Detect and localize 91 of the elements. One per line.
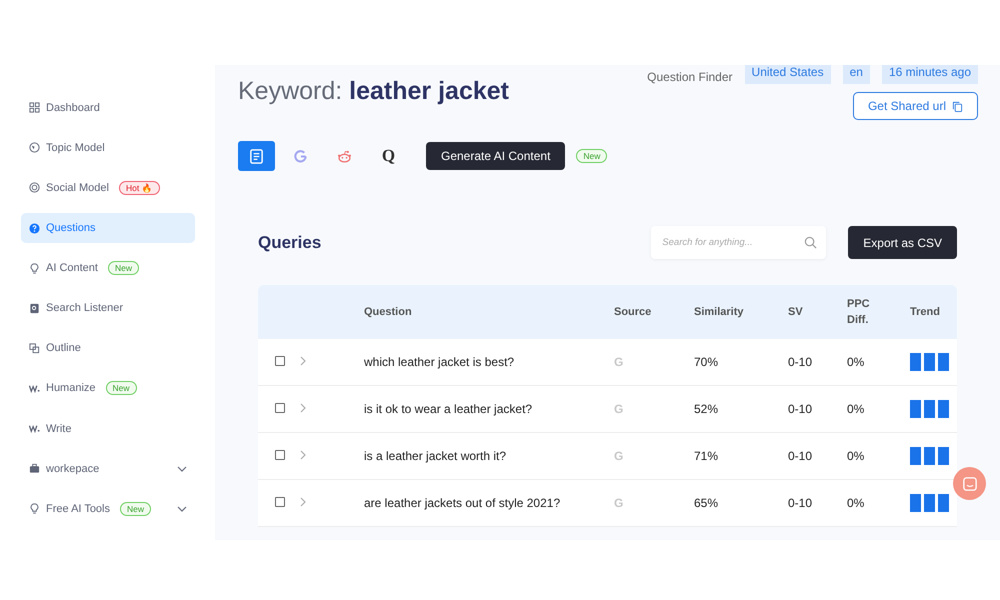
menu-label: Humanize bbox=[46, 382, 96, 394]
table-cell-text: 0-10 bbox=[788, 496, 814, 510]
quora-tab[interactable]: Q bbox=[370, 141, 407, 171]
chat-icon bbox=[962, 476, 976, 490]
sidebar-item[interactable]: Humanize New bbox=[21, 374, 195, 404]
sidebar-item[interactable]: Write bbox=[21, 414, 195, 444]
column-header: Trend bbox=[910, 306, 941, 318]
trend-bars-drawing bbox=[910, 353, 950, 371]
share-url-button[interactable]: Get Shared url bbox=[852, 92, 978, 120]
row-checkbox[interactable] bbox=[275, 450, 285, 460]
chat-button[interactable] bbox=[953, 467, 986, 500]
table-cell-text: 0% bbox=[847, 449, 866, 463]
new-badge: New bbox=[108, 261, 139, 276]
column-header: Question bbox=[364, 306, 413, 318]
row-checkbox[interactable] bbox=[275, 403, 285, 413]
briefcase-icon bbox=[29, 463, 40, 474]
menu-label: Free AI Tools bbox=[46, 502, 110, 515]
menu-label: Outline bbox=[46, 342, 81, 354]
menu-label: Topic Model bbox=[46, 142, 105, 154]
table-cell-text: 65% bbox=[694, 496, 720, 510]
section-title: Queries bbox=[258, 232, 322, 252]
menu-label: Social Model bbox=[46, 182, 109, 194]
menu-label: Search Listener bbox=[46, 302, 124, 314]
w-letter-icon bbox=[29, 382, 40, 394]
trend-bars-drawing bbox=[910, 447, 950, 465]
sidebar-item[interactable]: Outline bbox=[21, 334, 195, 364]
info-tag: 16 minutes ago bbox=[882, 65, 978, 84]
sidebar-item[interactable]: Questions bbox=[21, 213, 195, 243]
table-cell-text: 0% bbox=[847, 355, 866, 369]
column-header: Similarity bbox=[694, 306, 745, 318]
menu-label: AI Content bbox=[46, 262, 98, 274]
keyword-title: Keyword: leather jacket bbox=[238, 77, 509, 107]
chevron-right-icon[interactable] bbox=[300, 450, 306, 460]
info-tag: en bbox=[842, 65, 870, 84]
row-checkbox[interactable] bbox=[275, 497, 285, 507]
search-field[interactable]: Search for anything... bbox=[651, 226, 826, 259]
info-tag: United States bbox=[744, 65, 831, 84]
grid-icon bbox=[29, 102, 40, 114]
trend-bars-drawing bbox=[910, 400, 950, 418]
new-badge: New bbox=[120, 502, 152, 516]
menu-label: Questions bbox=[46, 222, 96, 234]
table-cell-text: is it ok to wear a leather jacket? bbox=[364, 402, 534, 416]
export-csv-button[interactable]: Export as CSV bbox=[848, 226, 957, 259]
generate-ai-content-button[interactable]: Generate AI Content bbox=[426, 142, 566, 170]
menu-label: Dashboard bbox=[46, 102, 100, 114]
lightbulb-icon bbox=[29, 503, 40, 514]
search-icon bbox=[804, 236, 818, 249]
menu-label: workepace bbox=[46, 462, 100, 475]
new-badge: New bbox=[106, 381, 137, 396]
globe-icon bbox=[29, 142, 40, 154]
table-cell-text: is a leather jacket worth it? bbox=[364, 449, 508, 463]
hot-badge: Hot 🔥 bbox=[118, 180, 160, 195]
sidebar-item[interactable]: AI Content New bbox=[21, 253, 195, 283]
question-icon bbox=[29, 222, 40, 234]
sidebar-item[interactable]: Search Listener bbox=[21, 293, 195, 323]
table-cell-text: 0% bbox=[847, 496, 866, 510]
column-header: PPC Diff. bbox=[847, 296, 871, 328]
sidebar-item[interactable]: Dashboard bbox=[21, 93, 195, 122]
sidebar-item[interactable]: Topic Model bbox=[21, 133, 195, 163]
document-tab[interactable] bbox=[238, 141, 275, 171]
chevron-right-icon[interactable] bbox=[300, 356, 306, 366]
document-icon bbox=[29, 302, 40, 314]
chevron-right-icon[interactable] bbox=[300, 497, 306, 507]
w-letter-icon bbox=[29, 423, 40, 434]
table-cell-text: 0-10 bbox=[788, 402, 814, 416]
table-cell-text: 0-10 bbox=[788, 449, 814, 463]
alien-head-icon bbox=[337, 148, 352, 164]
column-header: Source bbox=[614, 306, 652, 318]
table-cell-text: 70% bbox=[694, 355, 720, 369]
column-header: SV bbox=[788, 306, 804, 318]
table-cell-text: 52% bbox=[694, 402, 720, 416]
g-letter-icon bbox=[293, 148, 308, 164]
table-cell-text: are leather jackets out of style 2021? bbox=[364, 496, 562, 510]
lightbulb-icon bbox=[29, 262, 40, 274]
chevron-right-icon[interactable] bbox=[300, 403, 306, 413]
target-icon bbox=[29, 182, 40, 194]
table-cell-text: 71% bbox=[694, 449, 720, 463]
row-checkbox[interactable] bbox=[275, 356, 285, 366]
tool-name: Question Finder bbox=[647, 70, 733, 84]
menu-label: Write bbox=[46, 422, 72, 434]
document-icon bbox=[249, 148, 264, 164]
trend-bars-drawing bbox=[910, 494, 950, 512]
copy-icon bbox=[952, 100, 963, 112]
copy-icon bbox=[29, 342, 40, 354]
sidebar-item[interactable]: Social Model Hot 🔥 bbox=[21, 173, 195, 203]
table-cell-text: 0-10 bbox=[788, 355, 814, 369]
table-cell-text: which leather jacket is best? bbox=[364, 355, 516, 369]
table-cell-text: 0% bbox=[847, 402, 866, 416]
new-badge: New bbox=[576, 149, 608, 163]
sidebar-item[interactable]: workepace bbox=[21, 454, 195, 484]
sidebar-item[interactable]: Free AI Tools New bbox=[21, 494, 195, 524]
